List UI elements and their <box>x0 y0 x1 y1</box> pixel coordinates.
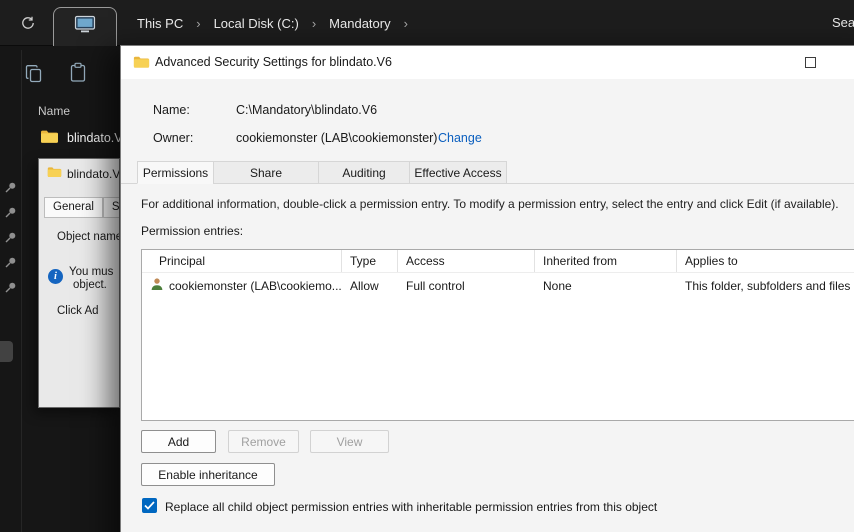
owner-value: cookiemonster (LAB\cookiemonster) <box>236 131 438 145</box>
folder-icon <box>47 166 62 181</box>
tab-auditing[interactable]: Auditing <box>318 161 410 184</box>
name-label: Name: <box>153 103 190 117</box>
pin-icon[interactable] <box>4 181 17 199</box>
tab-sharing[interactable]: Sha <box>102 197 119 218</box>
pin-icon[interactable] <box>4 256 17 274</box>
breadcrumb-mandatory[interactable]: Mandatory <box>329 16 390 31</box>
replace-permissions-label: Replace all child object permission entr… <box>165 500 658 514</box>
tab-share[interactable]: Share <box>213 161 319 184</box>
cell-type: Allow <box>350 278 379 293</box>
column-header-type[interactable]: Type <box>342 250 398 272</box>
tab-permissions[interactable]: Permissions <box>137 161 214 184</box>
chevron-right-icon: › <box>403 15 408 31</box>
screen: This PC › Local Disk (C:) › Mandatory › … <box>0 0 854 532</box>
pin-icon[interactable] <box>4 206 17 224</box>
cell-principal: cookiemonster (LAB\cookiemo... <box>142 273 342 298</box>
table-header-row: Principal Type Access Inherited from App… <box>142 250 854 273</box>
cell-applies-to: This folder, subfolders and files <box>685 278 851 293</box>
remove-button: Remove <box>228 430 299 453</box>
object-name-label: Object name: <box>57 231 120 243</box>
info-icon: i <box>48 269 63 284</box>
properties-titlebar: blindato.V <box>47 166 120 181</box>
chevron-right-icon: › <box>196 15 201 31</box>
file-item-blindato[interactable]: blindato.V6 <box>40 129 130 147</box>
column-header-inherited-from[interactable]: Inherited from <box>535 250 677 272</box>
pin-icon[interactable] <box>4 231 17 249</box>
enable-inheritance-button[interactable]: Enable inheritance <box>141 463 275 486</box>
nav-pane-divider <box>21 50 22 532</box>
add-button[interactable]: Add <box>141 430 216 453</box>
breadcrumb-local-disk-c[interactable]: Local Disk (C:) <box>214 16 299 31</box>
breadcrumb: This PC › Local Disk (C:) › Mandatory › <box>137 0 421 46</box>
column-header-access[interactable]: Access <box>398 250 535 272</box>
name-value: C:\Mandatory\blindato.V6 <box>236 103 378 117</box>
click-advanced-text: Click Ad <box>57 305 99 317</box>
column-header-principal[interactable]: Principal <box>142 250 342 272</box>
properties-tabs: General Sha <box>44 197 119 218</box>
cell-principal-text: cookiemonster (LAB\cookiemo... <box>169 278 342 293</box>
user-icon <box>150 277 164 294</box>
pin-icon[interactable] <box>4 281 17 299</box>
cell-access: Full control <box>406 278 465 293</box>
refresh-icon[interactable] <box>20 15 36 31</box>
dialog-tabs: Permissions Share Auditing Effective Acc… <box>137 161 507 184</box>
change-owner-link[interactable]: Change <box>438 131 482 145</box>
search-box[interactable]: Sea <box>832 15 854 30</box>
copy-icon[interactable] <box>24 64 43 89</box>
paste-icon[interactable] <box>69 62 87 88</box>
folder-icon <box>133 55 150 74</box>
maximize-button[interactable] <box>805 57 816 68</box>
column-header-applies-to[interactable]: Applies to <box>677 250 854 272</box>
cell-inherited-from: None <box>543 278 572 293</box>
advanced-security-dialog: Advanced Security Settings for blindato.… <box>120 45 854 532</box>
properties-window: blindato.V General Sha Object name: i Yo… <box>38 158 120 408</box>
properties-title: blindato.V <box>67 166 120 181</box>
nav-selected-item[interactable] <box>0 341 13 362</box>
permission-entries-label: Permission entries: <box>141 224 244 238</box>
dialog-titlebar: Advanced Security Settings for blindato.… <box>121 46 854 79</box>
instructions-text: For additional information, double-click… <box>141 197 839 211</box>
tab-effective-access[interactable]: Effective Access <box>409 161 507 184</box>
tab-general[interactable]: General <box>44 197 103 218</box>
column-header-name[interactable]: Name <box>38 104 70 118</box>
explorer-tab[interactable] <box>53 7 117 46</box>
table-row[interactable]: cookiemonster (LAB\cookiemo... Allow Ful… <box>142 273 854 298</box>
owner-label: Owner: <box>153 131 194 145</box>
folder-icon <box>40 129 59 147</box>
view-button: View <box>310 430 389 453</box>
permission-entries-table: Principal Type Access Inherited from App… <box>141 249 854 421</box>
explorer-topbar: This PC › Local Disk (C:) › Mandatory › … <box>0 0 854 46</box>
dialog-title: Advanced Security Settings for blindato.… <box>155 55 392 69</box>
chevron-right-icon: › <box>311 15 317 31</box>
replace-permissions-checkbox[interactable] <box>142 498 157 513</box>
info-text-line1: You mus <box>69 266 114 278</box>
this-pc-monitor-icon <box>74 15 96 39</box>
info-text-line2: object. <box>73 279 107 291</box>
breadcrumb-this-pc[interactable]: This PC <box>137 16 183 31</box>
